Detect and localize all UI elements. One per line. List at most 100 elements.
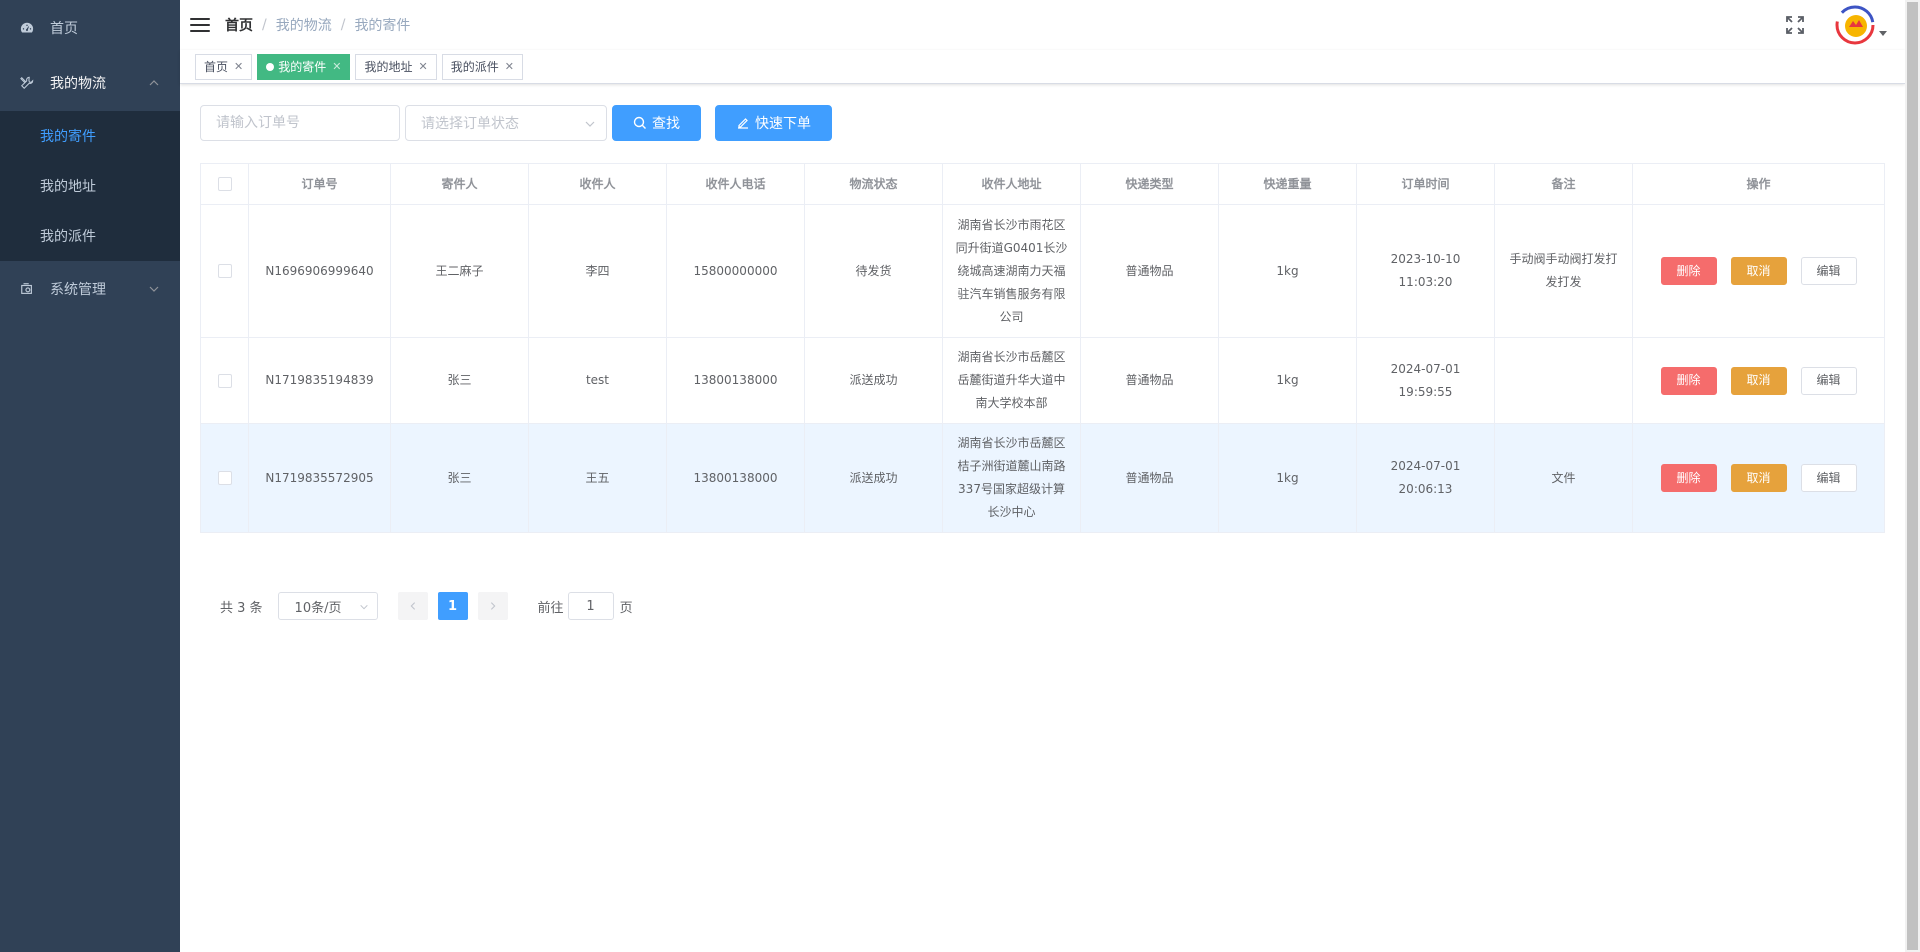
breadcrumb-separator: /	[262, 17, 267, 33]
sidebar-item-home[interactable]: 首页	[0, 0, 180, 56]
chevron-left-icon	[410, 602, 415, 610]
logistics-status: 派送成功	[805, 424, 943, 532]
quick-order-button[interactable]: 快速下单	[715, 105, 832, 141]
remark: 文件	[1495, 424, 1633, 532]
avatar	[1835, 5, 1875, 45]
hamburger-icon[interactable]	[190, 15, 210, 35]
row-checkbox[interactable]	[217, 264, 232, 278]
order-time: 2024-07-01 20:06:13	[1357, 424, 1495, 532]
fullscreen-icon[interactable]	[1785, 15, 1805, 35]
row-checkbox[interactable]	[217, 471, 232, 485]
search-icon	[633, 116, 646, 129]
sidebar-item-my-deliveries[interactable]: 我的派件	[0, 211, 180, 261]
column-header: 收件人地址	[943, 164, 1081, 204]
table-header: 订单号 寄件人 收件人 收件人电话 物流状态 收件人地址 快递类型 快递重量 订…	[201, 164, 1884, 205]
close-icon[interactable]: ✕	[418, 55, 427, 79]
tag-my-shipments[interactable]: 我的寄件 ✕	[257, 53, 351, 80]
tag-label: 我的寄件	[278, 59, 327, 74]
page-number-current[interactable]: 1	[437, 592, 468, 620]
chevron-right-icon	[490, 602, 495, 610]
select-placeholder: 请选择订单状态	[421, 116, 519, 132]
prev-page-button[interactable]	[397, 592, 428, 620]
cancel-button[interactable]: 取消	[1730, 366, 1787, 395]
sidebar-item-label: 系统管理	[50, 282, 106, 298]
sender: 王二麻子	[391, 205, 529, 337]
tools-icon	[20, 76, 34, 90]
navbar: 首页 / 我的物流 / 我的寄件	[180, 0, 1905, 50]
delete-button[interactable]: 删除	[1660, 464, 1717, 492]
cancel-button[interactable]: 取消	[1730, 464, 1787, 492]
order-status-select[interactable]: 请选择订单状态	[405, 105, 607, 141]
column-header: 收件人	[529, 164, 667, 204]
cancel-button[interactable]: 取消	[1730, 257, 1787, 285]
search-button[interactable]: 查找	[612, 105, 701, 141]
table-row: N1719835194839 张三 test 13800138000 派送成功 …	[201, 338, 1884, 424]
select-all-checkbox[interactable]	[217, 177, 232, 191]
table-row: N1719835572905 张三 王五 13800138000 派送成功 湖南…	[201, 424, 1884, 533]
column-header: 订单号	[249, 164, 391, 204]
logistics-submenu: 我的寄件 我的地址 我的派件	[0, 111, 180, 261]
express-weight: 1kg	[1219, 424, 1357, 532]
recipient-address: 湖南省长沙市岳麓区岳麓街道升华大道中南大学校本部	[943, 338, 1081, 423]
recipient-address: 湖南省长沙市岳麓区桔子洲街道麓山南路337号国家超级计算长沙中心	[943, 424, 1081, 532]
breadcrumb: 首页 / 我的物流 / 我的寄件	[225, 15, 410, 35]
column-header: 快递类型	[1081, 164, 1219, 204]
tag-my-addresses[interactable]: 我的地址 ✕	[355, 53, 437, 80]
edit-button[interactable]: 编辑	[1800, 366, 1857, 395]
tags-view: 首页 ✕ 我的寄件 ✕ 我的地址 ✕ 我的派件 ✕	[180, 50, 1905, 84]
tag-label: 首页	[204, 59, 229, 74]
page-size-value: 10条/页	[294, 600, 342, 616]
chevron-down-icon	[359, 604, 368, 610]
edit-button[interactable]: 编辑	[1800, 257, 1857, 285]
sidebar-item-my-addresses[interactable]: 我的地址	[0, 161, 180, 211]
tag-label: 我的派件	[450, 59, 499, 74]
recipient: test	[529, 338, 667, 423]
goto-suffix: 页	[619, 600, 633, 616]
breadcrumb-home[interactable]: 首页	[225, 15, 253, 35]
row-checkbox[interactable]	[217, 373, 232, 388]
close-icon[interactable]: ✕	[332, 55, 341, 79]
next-page-button[interactable]	[477, 592, 508, 620]
edit-icon	[738, 118, 748, 129]
button-label: 快速下单	[755, 116, 811, 132]
column-header: 寄件人	[391, 164, 529, 204]
sidebar-item-my-shipments[interactable]: 我的寄件	[0, 111, 180, 161]
tag-home[interactable]: 首页 ✕	[195, 53, 253, 80]
column-header: 订单时间	[1357, 164, 1495, 204]
total-count: 共 3 条	[220, 600, 263, 616]
breadcrumb-logistics: 我的物流	[275, 18, 332, 34]
avatar-dropdown[interactable]	[1835, 5, 1887, 45]
system-settings-icon	[20, 282, 34, 296]
scrollbar-thumb[interactable]	[1907, 2, 1918, 950]
sidebar-item-system[interactable]: 系统管理	[0, 261, 180, 317]
delete-button[interactable]: 删除	[1660, 366, 1717, 395]
express-type: 普通物品	[1081, 205, 1219, 337]
tag-my-deliveries[interactable]: 我的派件 ✕	[441, 53, 523, 80]
edit-button[interactable]: 编辑	[1800, 464, 1857, 492]
goto-page-input[interactable]	[567, 592, 614, 620]
page-scrollbar[interactable]	[1905, 0, 1920, 952]
order-time: 2024-07-01 19:59:55	[1357, 338, 1495, 423]
logistics-status: 派送成功	[805, 338, 943, 423]
delete-button[interactable]: 删除	[1660, 257, 1717, 285]
caret-down-icon	[1879, 30, 1887, 36]
close-icon[interactable]: ✕	[505, 55, 514, 79]
order-number: N1696906999640	[249, 205, 391, 337]
navbar-right	[1785, 0, 1905, 50]
goto-prefix: 前往	[537, 600, 564, 616]
order-number: N1719835194839	[249, 338, 391, 423]
tag-label: 我的地址	[364, 59, 413, 74]
express-weight: 1kg	[1219, 205, 1357, 337]
close-icon[interactable]: ✕	[234, 55, 243, 79]
express-weight: 1kg	[1219, 338, 1357, 423]
app-main: 请选择订单状态 查找 快速下单 订单号 寄件人 收件人 收件人电话 物流状态 收…	[180, 85, 1905, 952]
chevron-down-icon	[585, 121, 595, 127]
pagination: 共 3 条 10条/页 1 前往 页	[220, 592, 633, 620]
column-header: 备注	[1495, 164, 1633, 204]
order-number-input[interactable]	[200, 105, 400, 141]
sidebar: 首页 我的物流 我的寄件 我的地址 我的派件 系统管理	[0, 0, 180, 952]
recipient-address: 湖南省长沙市雨花区同升街道G0401长沙绕城高速湖南力天福驻汽车销售服务有限公司	[943, 205, 1081, 337]
sidebar-item-logistics[interactable]: 我的物流	[0, 55, 180, 111]
remark: 手动阀手动阀打发打发打发	[1495, 205, 1633, 337]
page-size-select[interactable]: 10条/页	[277, 592, 378, 620]
